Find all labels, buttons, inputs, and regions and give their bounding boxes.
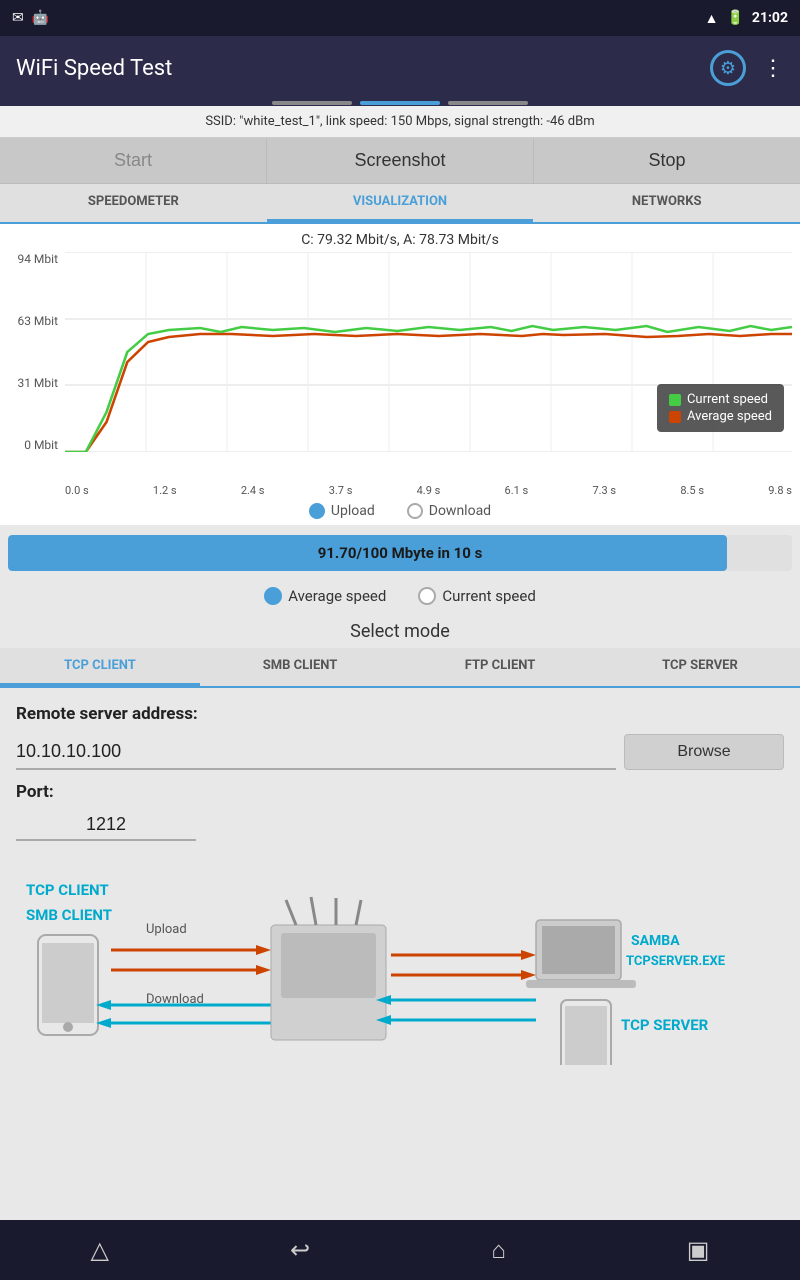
current-speed-radio[interactable]	[418, 587, 436, 605]
legend-average: Average speed	[669, 409, 772, 424]
average-speed-text: Average speed	[288, 587, 386, 605]
upload-radio[interactable]	[309, 503, 325, 519]
upload-radio-label[interactable]: Upload	[309, 503, 375, 519]
tab-tcp-server[interactable]: TCP SERVER	[600, 648, 800, 686]
scroll-tab-1	[272, 101, 352, 105]
nav-recents-icon[interactable]: ▣	[687, 1236, 710, 1264]
start-button[interactable]: Start	[0, 138, 267, 183]
average-speed-radio[interactable]	[264, 587, 282, 605]
speed-radio: Average speed Current speed	[0, 581, 800, 611]
chart-x-labels: 0.0 s 1.2 s 2.4 s 3.7 s 4.9 s 6.1 s 7.3 …	[0, 482, 800, 497]
y-label-0: 0 Mbit	[4, 438, 58, 452]
wifi-icon: ▲	[705, 10, 719, 27]
scroll-tab-2	[360, 101, 440, 105]
smb-client-diagram-label: SMB CLIENT	[26, 906, 112, 924]
network-diagram: TCP CLIENT SMB CLIENT Upload Download	[16, 865, 786, 1065]
chart-legend: Current speed Average speed	[657, 384, 784, 432]
nav-menu-icon[interactable]: △	[91, 1236, 109, 1264]
tab-ftp-client[interactable]: FTP CLIENT	[400, 648, 600, 686]
browse-button[interactable]: Browse	[624, 734, 784, 770]
svg-text:Upload: Upload	[146, 922, 187, 937]
app-title: WiFi Speed Test	[16, 56, 172, 81]
port-input[interactable]	[16, 810, 196, 841]
server-address-input[interactable]	[16, 734, 616, 770]
overflow-menu-icon[interactable]: ⋮	[762, 56, 784, 81]
content-section: Remote server address: Browse Port:	[0, 688, 800, 857]
x-label-1: 1.2 s	[153, 484, 177, 497]
y-label-63: 63 Mbit	[4, 314, 58, 328]
remote-server-label: Remote server address:	[16, 704, 784, 724]
ssid-text: SSID: "white_test_1", link speed: 150 Mb…	[205, 114, 594, 129]
x-label-7: 8.5 s	[680, 484, 704, 497]
app-bar-icons: ⚙ ⋮	[710, 50, 784, 86]
x-label-4: 4.9 s	[417, 484, 441, 497]
average-speed-dot	[669, 411, 681, 423]
svg-text:TCPSERVER.EXE: TCPSERVER.EXE	[626, 954, 726, 969]
chart-container: 94 Mbit 63 Mbit 31 Mbit 0 Mbit	[0, 252, 800, 482]
progress-bar-text: 91.70/100 Mbyte in 10 s	[318, 544, 483, 562]
x-label-6: 7.3 s	[592, 484, 616, 497]
average-speed-radio-label[interactable]: Average speed	[264, 587, 386, 605]
y-label-94: 94 Mbit	[4, 252, 58, 266]
download-radio[interactable]	[407, 503, 423, 519]
tab-tcp-client[interactable]: TCP CLIENT	[0, 648, 200, 686]
download-radio-label[interactable]: Download	[407, 503, 491, 519]
tab-networks[interactable]: NETWORKS	[533, 184, 800, 222]
chart-y-labels: 94 Mbit 63 Mbit 31 Mbit 0 Mbit	[4, 252, 62, 452]
app-bar: WiFi Speed Test ⚙ ⋮	[0, 36, 800, 100]
mode-tabs: TCP CLIENT SMB CLIENT FTP CLIENT TCP SER…	[0, 648, 800, 688]
x-label-3: 3.7 s	[329, 484, 353, 497]
tcp-client-diagram-label: TCP CLIENT	[26, 881, 109, 899]
message-icon: ✉	[12, 10, 24, 26]
diagram-area: TCP CLIENT SMB CLIENT Upload Download	[0, 857, 800, 1097]
legend-current: Current speed	[669, 392, 772, 407]
tab-speedometer[interactable]: SPEEDOMETER	[0, 184, 267, 222]
action-buttons: Start Screenshot Stop	[0, 138, 800, 184]
current-speed-label: Current speed	[687, 392, 768, 407]
select-mode-text: Select mode	[350, 621, 450, 642]
current-speed-dot	[669, 394, 681, 406]
server-address-row: Browse	[16, 734, 784, 770]
average-speed-label: Average speed	[687, 409, 772, 424]
download-text: Download	[429, 503, 491, 519]
visualization-tabs: SPEEDOMETER VISUALIZATION NETWORKS	[0, 184, 800, 224]
scroll-tab-3	[448, 101, 528, 105]
current-speed-radio-label[interactable]: Current speed	[418, 587, 535, 605]
nav-home-icon[interactable]: ⌂	[491, 1236, 506, 1265]
clock: 21:02	[752, 10, 788, 26]
android-icon: 🤖	[32, 10, 49, 26]
x-label-0: 0.0 s	[65, 484, 89, 497]
tab-smb-client[interactable]: SMB CLIENT	[200, 648, 400, 686]
chart-area: C: 79.32 Mbit/s, A: 78.73 Mbit/s 94 Mbit…	[0, 224, 800, 525]
port-input-wrap	[16, 810, 784, 841]
chart-title: C: 79.32 Mbit/s, A: 78.73 Mbit/s	[0, 232, 800, 248]
status-bar: ✉ 🤖 ▲ 🔋 21:02	[0, 0, 800, 36]
current-speed-text: Current speed	[442, 587, 535, 605]
tab-visualization[interactable]: VISUALIZATION	[267, 184, 534, 222]
stop-button[interactable]: Stop	[534, 138, 800, 183]
screenshot-button[interactable]: Screenshot	[267, 138, 534, 183]
x-label-5: 6.1 s	[505, 484, 529, 497]
y-label-31: 31 Mbit	[4, 376, 58, 390]
x-label-8: 9.8 s	[768, 484, 792, 497]
ssid-info: SSID: "white_test_1", link speed: 150 Mb…	[0, 106, 800, 138]
svg-text:TCP SERVER: TCP SERVER	[621, 1016, 709, 1034]
port-label: Port:	[16, 782, 784, 802]
progress-bar-wrap: 91.70/100 Mbyte in 10 s	[8, 535, 792, 571]
select-mode-label: Select mode	[0, 611, 800, 648]
nav-back-icon[interactable]: ↩	[290, 1236, 310, 1264]
svg-text:SAMBA: SAMBA	[631, 933, 680, 949]
upload-text: Upload	[331, 503, 375, 519]
status-left: ✉ 🤖	[12, 10, 49, 26]
battery-icon: 🔋	[726, 10, 743, 26]
bottom-nav: △ ↩ ⌂ ▣	[0, 1220, 800, 1280]
x-label-2: 2.4 s	[241, 484, 265, 497]
gear-icon: ⚙	[710, 50, 746, 86]
upload-download-radio: Upload Download	[0, 497, 800, 525]
progress-section: 91.70/100 Mbyte in 10 s	[0, 525, 800, 581]
status-right: ▲ 🔋 21:02	[705, 10, 788, 27]
